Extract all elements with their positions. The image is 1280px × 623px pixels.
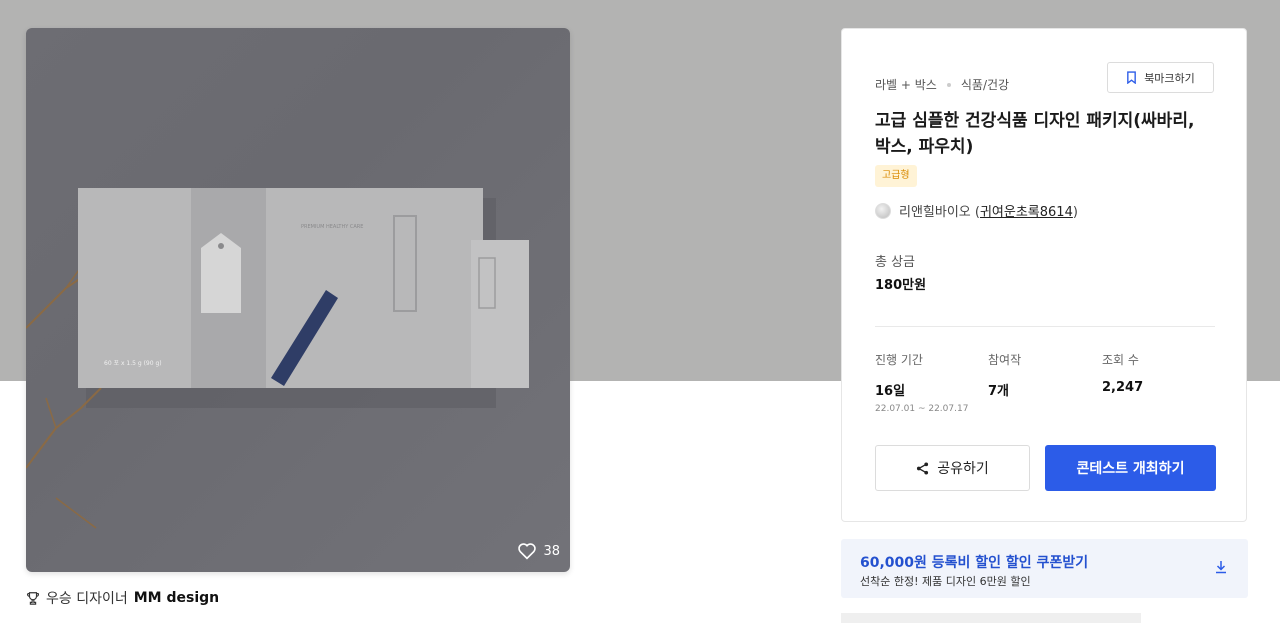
stat-date-range: 22.07.01 ~ 22.07.17	[875, 404, 969, 414]
contest-owner: 리앤힐바이오 (귀여운초록8614)	[875, 201, 1078, 220]
stat-duration: 진행 기간 16일 22.07.01 ~ 22.07.17	[875, 351, 968, 414]
prize-value: 180만원	[875, 278, 927, 293]
bookmark-button[interactable]: 북마크하기	[1107, 62, 1214, 93]
winner-name[interactable]: MM design	[134, 590, 219, 606]
breadcrumb-separator	[946, 82, 951, 87]
like-button[interactable]: 38	[517, 542, 560, 560]
bookmark-label: 북마크하기	[1144, 71, 1195, 85]
grade-badge: 고급형	[875, 165, 917, 187]
coupon-subtitle: 선착순 한정! 제품 디자인 6만원 할인	[860, 575, 1031, 588]
divider	[875, 326, 1215, 327]
stat-views: 조회 수 2,247	[1102, 351, 1143, 395]
heart-icon	[518, 543, 537, 560]
stat-value: 2,247	[1102, 380, 1144, 395]
host-contest-button[interactable]: 콘테스트 개최하기	[1045, 445, 1216, 491]
stat-label: 참여작	[988, 353, 1022, 367]
stat-label: 진행 기간	[875, 353, 923, 367]
share-label: 공유하기	[937, 461, 989, 477]
box-print-text: PREMIUM HEALTHY CARE	[301, 224, 363, 230]
share-button[interactable]: 공유하기	[875, 445, 1030, 491]
coupon-banner[interactable]: 60,000원 등록비 할인 할인 쿠폰받기 선착순 한정! 제품 디자인 6만…	[841, 539, 1248, 598]
winner-prefix: 우승 디자이너	[46, 591, 128, 607]
contest-info-panel: 라벨 + 박스 식품/건강 북마크하기 고급 심플한 건강식품 디자인 패키지(…	[841, 28, 1247, 522]
contest-title: 고급 심플한 건강식품 디자인 패키지(싸바리, 박스, 파우치)	[875, 111, 1195, 157]
stat-value: 16일	[875, 384, 906, 399]
bookmark-icon	[1127, 71, 1137, 84]
share-icon	[917, 461, 929, 475]
package-illustration: PREMIUM HEALTHY CARE 60 포 x 1.5 g (90 g)	[26, 188, 529, 529]
prize-label: 총 상금	[875, 255, 916, 270]
stat-value: 7개	[988, 384, 1010, 399]
owner-name: 리앤힐바이오 (	[899, 205, 980, 220]
next-section-edge	[841, 613, 1141, 623]
box-weight-text: 60 포 x 1.5 g (90 g)	[104, 360, 162, 367]
coupon-title: 60,000원 등록비 할인 할인 쿠폰받기	[860, 555, 1089, 571]
owner-id-link[interactable]: 귀여운초록8614	[980, 205, 1073, 220]
trophy-icon	[26, 592, 40, 605]
stat-entries: 참여작 7개	[988, 351, 1021, 399]
avatar	[875, 202, 891, 219]
winner-designer: 우승 디자이너 MM design	[26, 588, 219, 608]
like-count: 38	[543, 543, 560, 559]
product-image[interactable]: PREMIUM HEALTHY CARE 60 포 x 1.5 g (90 g)…	[26, 28, 570, 572]
category-label-box[interactable]: 라벨 + 박스	[875, 76, 937, 93]
stat-label: 조회 수	[1102, 353, 1139, 367]
owner-suffix: )	[1072, 205, 1078, 220]
category-food-health[interactable]: 식품/건강	[961, 76, 1009, 93]
breadcrumb: 라벨 + 박스 식품/건강	[875, 76, 1009, 93]
download-icon[interactable]	[1214, 560, 1228, 574]
